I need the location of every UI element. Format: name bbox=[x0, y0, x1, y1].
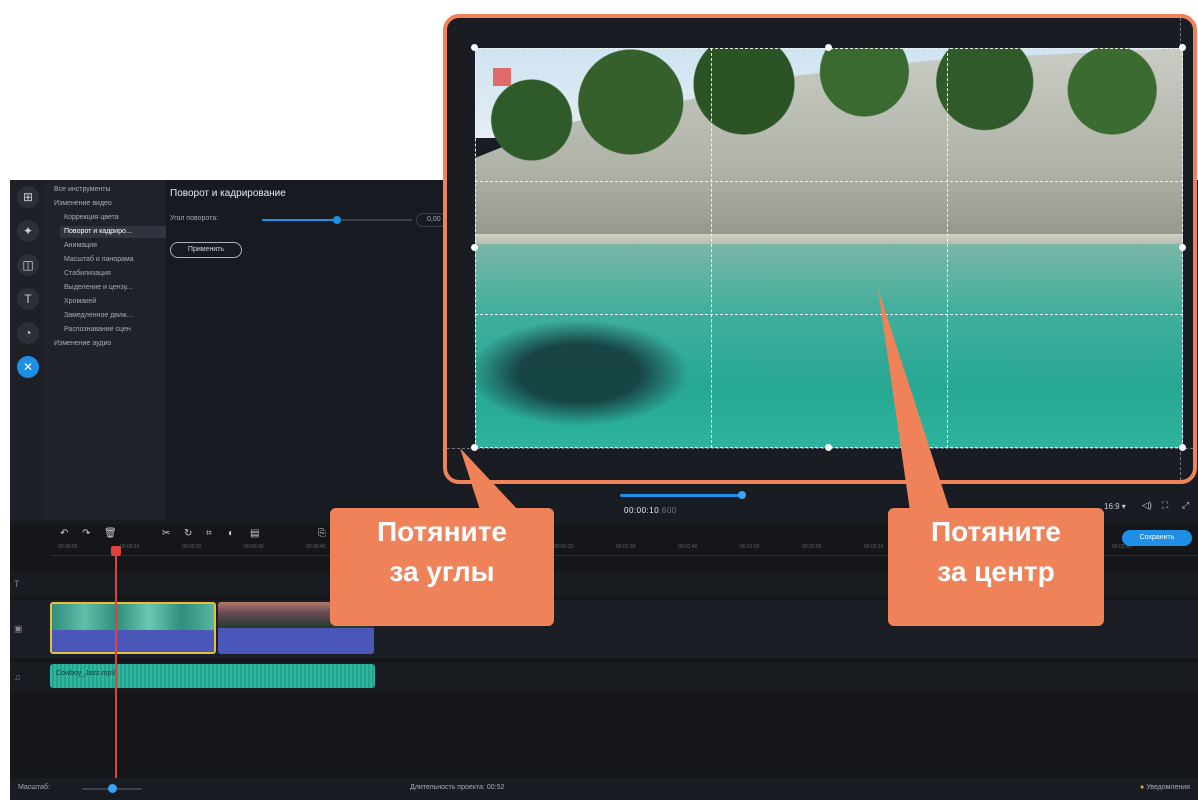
aspect-ratio-dropdown[interactable]: 16:9 ▾ bbox=[1104, 502, 1126, 511]
ruler-tick-label: 00:02:00 bbox=[802, 544, 822, 550]
playhead-handle[interactable] bbox=[111, 546, 121, 556]
callout-line: за центр bbox=[937, 556, 1055, 587]
callout-drag-center: Потяните за центр bbox=[888, 508, 1104, 626]
title-track-icon: T bbox=[14, 579, 20, 589]
callout-line: за углы bbox=[389, 556, 495, 587]
audio-track-head: ♫ bbox=[10, 662, 50, 692]
ruler-tick-label: 00:01:30 bbox=[616, 544, 636, 550]
crop-handle-top[interactable] bbox=[825, 44, 832, 51]
tools-list-item-highlight-censor[interactable]: Выделение и цензу... bbox=[64, 282, 164, 294]
stickers-icon[interactable]: ◔ bbox=[17, 322, 39, 344]
tools-list-item-pan-zoom[interactable]: Масштаб и панорама bbox=[64, 254, 164, 266]
tools-list-item-chroma-key[interactable]: Хромакей bbox=[64, 296, 164, 308]
ruler-tick-label: 00:01:40 bbox=[678, 544, 698, 550]
seek-bar[interactable] bbox=[620, 494, 744, 497]
audio-clip-label: Cowboy_Jazz.mp3 bbox=[56, 670, 116, 677]
left-toolbar: ⊞ ✦ ◫ T ◔ ✕ bbox=[10, 180, 46, 520]
fullscreen-icon[interactable]: ⤢ bbox=[1182, 500, 1189, 511]
ruler-tick-label: 00:00:20 bbox=[182, 544, 202, 550]
audio-track[interactable]: ♫ Cowboy_Jazz.mp3 bbox=[10, 662, 1198, 692]
seek-thumb[interactable] bbox=[738, 491, 746, 499]
tools-list-item-color[interactable]: Коррекция цвета bbox=[64, 212, 164, 224]
crop-handle-top-right[interactable] bbox=[1179, 44, 1186, 51]
tools-list-item-scene-detection[interactable]: Распознавание сцен bbox=[64, 324, 164, 336]
properties-panel: Поворот и кадрирование Угол поворота: 0,… bbox=[166, 180, 456, 520]
snapshot-icon[interactable]: ⛶ bbox=[1162, 500, 1168, 511]
tools-list-item-audio[interactable]: Изменение аудио bbox=[54, 338, 164, 350]
video-track-icon: ▣ bbox=[14, 623, 23, 634]
notification-icon: ● bbox=[1140, 784, 1145, 791]
color-adjust-icon[interactable]: ◐ bbox=[228, 528, 234, 539]
clip-properties-icon[interactable]: ▤ bbox=[250, 528, 259, 539]
crop-icon[interactable]: ⌗ bbox=[206, 528, 212, 539]
undo-icon[interactable]: ↶ bbox=[60, 528, 68, 539]
playhead[interactable] bbox=[115, 550, 117, 780]
audio-clip[interactable]: Cowboy_Jazz.mp3 bbox=[50, 664, 375, 688]
ruler-tick-label: 00:00:40 bbox=[306, 544, 326, 550]
ruler-tick-label: 00:02:10 bbox=[864, 544, 884, 550]
rotation-slider[interactable] bbox=[262, 216, 412, 224]
frame-dash-horizontal bbox=[447, 448, 1193, 449]
transitions-icon[interactable]: ◫ bbox=[17, 254, 39, 276]
callout-line: Потяните bbox=[377, 516, 507, 547]
crop-handle-left[interactable] bbox=[471, 244, 478, 251]
screenshot-stage: ⊞ ✦ ◫ T ◔ ✕ Все инструменты Изменение ви… bbox=[0, 0, 1198, 800]
tools-list: Все инструменты Изменение видео Коррекци… bbox=[46, 180, 166, 520]
filters-icon[interactable]: ✦ bbox=[17, 220, 39, 242]
video-track-head: ▣ bbox=[10, 600, 50, 658]
title-track-head: T bbox=[10, 572, 50, 596]
apply-button[interactable]: Применить bbox=[170, 242, 242, 258]
crop-handle-right[interactable] bbox=[1179, 244, 1186, 251]
tools-list-item-video[interactable]: Изменение видео bbox=[54, 198, 164, 210]
volume-icon[interactable]: ◁) bbox=[1142, 500, 1152, 511]
ruler-tick-label: 00:00:00 bbox=[58, 544, 78, 550]
rotate-icon[interactable]: ↻ bbox=[184, 528, 192, 539]
redo-icon[interactable]: ↷ bbox=[82, 528, 90, 539]
timeline-toolbar: ↶ ↷ 🗑 ✂ ↻ ⌗ ◐ ▤ ⎘ bbox=[50, 528, 350, 542]
scale-slider-thumb[interactable] bbox=[108, 784, 117, 793]
ruler-tick-label: 00:00:10 bbox=[120, 544, 140, 550]
callout-line: Потяните bbox=[931, 516, 1061, 547]
titles-icon[interactable]: T bbox=[17, 288, 39, 310]
crop-frame[interactable] bbox=[475, 48, 1183, 448]
tools-list-item-slow-motion[interactable]: Замедленное движ... bbox=[64, 310, 164, 322]
cut-icon[interactable]: ✂ bbox=[162, 528, 170, 539]
more-tools-icon[interactable]: ✕ bbox=[17, 356, 39, 378]
timecode: 00:00:10.600 bbox=[624, 506, 677, 515]
crop-handle-bottom-right[interactable] bbox=[1179, 444, 1186, 451]
rotation-slider-fill bbox=[262, 219, 337, 221]
import-icon[interactable]: ⊞ bbox=[17, 186, 39, 208]
timecode-main: 00:00:10 bbox=[624, 506, 660, 515]
clip-thumbnail bbox=[52, 604, 214, 630]
tools-list-item-animation[interactable]: Анимация bbox=[64, 240, 164, 252]
status-bar: Масштаб: Длительность проекта: 00:52 ● У… bbox=[10, 778, 1198, 800]
music-note-icon: ♫ bbox=[14, 672, 21, 682]
crop-handle-top-left[interactable] bbox=[471, 44, 478, 51]
video-clip-selected[interactable] bbox=[50, 602, 216, 654]
record-voice-icon[interactable]: ⎘ bbox=[318, 528, 326, 539]
notifications-label: Уведомления bbox=[1146, 784, 1190, 791]
save-button[interactable]: Сохранить bbox=[1122, 530, 1192, 546]
project-duration: Длительность проекта: 00:52 bbox=[410, 784, 505, 791]
rotation-angle-label: Угол поворота: bbox=[170, 215, 219, 222]
callout-pointer-center bbox=[878, 289, 950, 511]
timecode-ms: .600 bbox=[659, 506, 677, 515]
crop-handle-bottom[interactable] bbox=[825, 444, 832, 451]
callout-drag-corners: Потяните за углы bbox=[330, 508, 554, 626]
tools-list-item-stabilization[interactable]: Стабилизация bbox=[64, 268, 164, 280]
ruler-tick-label: 00:01:50 bbox=[740, 544, 760, 550]
rotation-slider-thumb[interactable] bbox=[333, 216, 341, 224]
video-preview[interactable] bbox=[475, 48, 1183, 448]
ruler-tick-label: 00:01:20 bbox=[554, 544, 574, 550]
clip-audio-bar bbox=[52, 630, 214, 652]
scale-label: Масштаб: bbox=[18, 784, 50, 791]
zoomed-preview-frame bbox=[443, 14, 1197, 484]
ruler-tick-label: 00:00:30 bbox=[244, 544, 264, 550]
panel-title: Поворот и кадрирование bbox=[170, 188, 286, 199]
tools-list-item-all[interactable]: Все инструменты bbox=[54, 184, 164, 196]
tools-list-item-rotate-crop[interactable]: Поворот и кадриро... bbox=[60, 226, 166, 238]
clip-audio-bar bbox=[218, 628, 374, 654]
notifications-button[interactable]: ● Уведомления bbox=[1140, 784, 1190, 791]
delete-icon[interactable]: 🗑 bbox=[104, 528, 117, 539]
